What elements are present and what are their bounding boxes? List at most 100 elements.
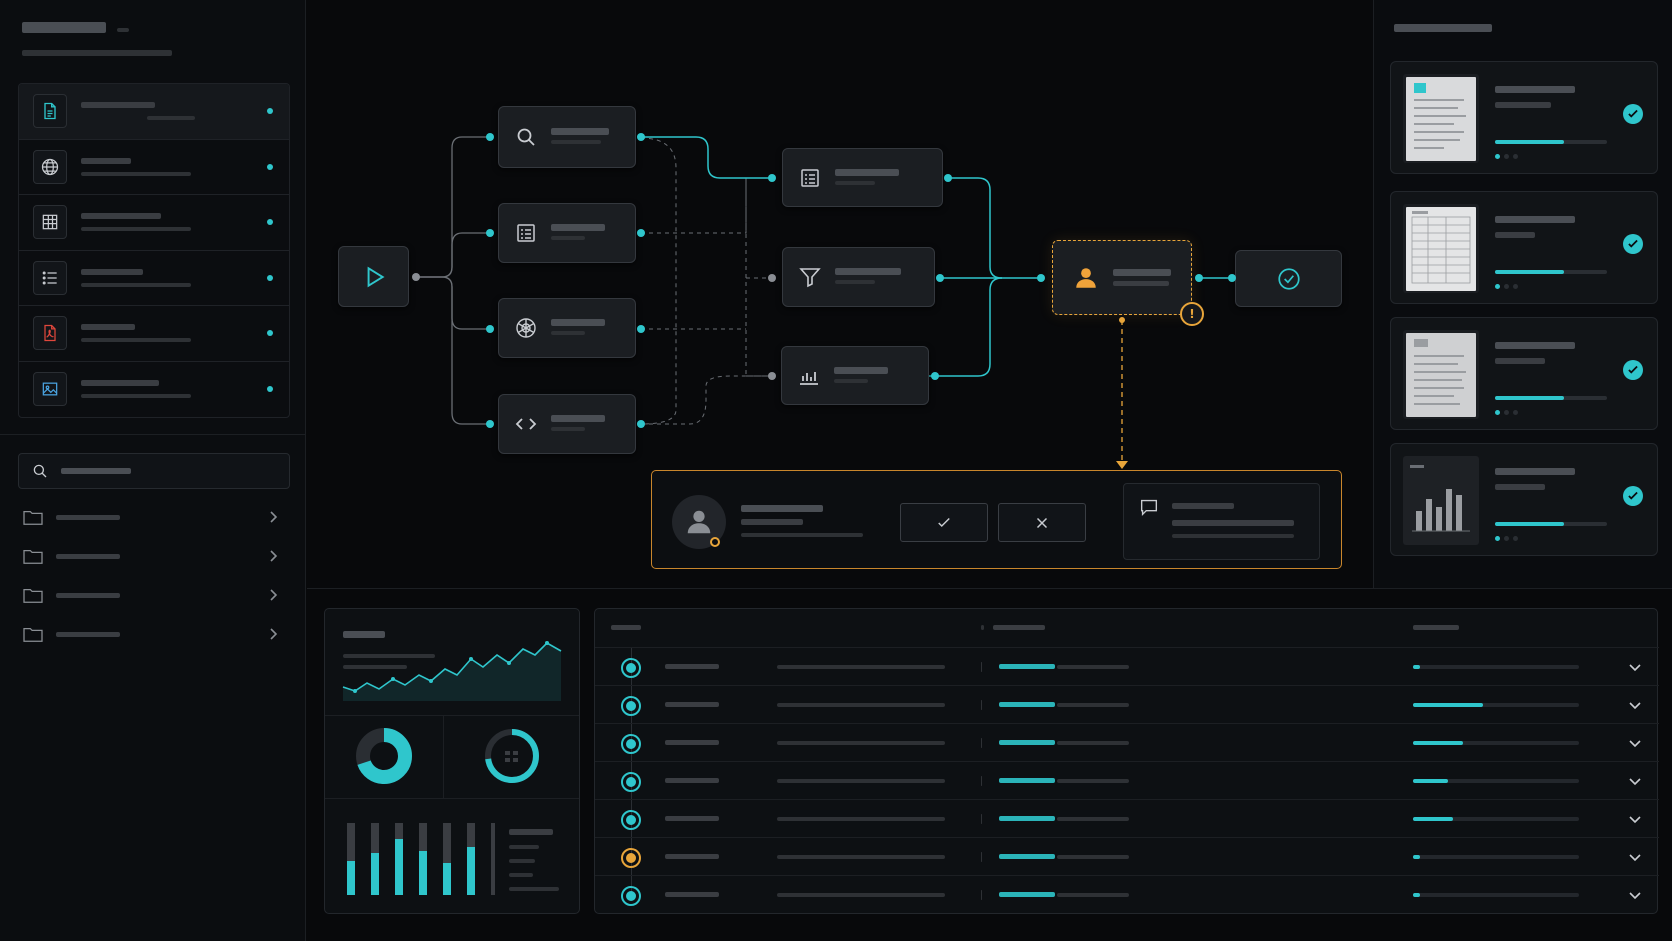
table-row[interactable] [595, 799, 1659, 837]
chevron-down-icon[interactable] [1627, 735, 1643, 751]
metrics-card [324, 608, 580, 914]
chevron-down-icon[interactable] [1627, 811, 1643, 827]
folder-item[interactable] [18, 500, 290, 534]
search-output-port[interactable] [637, 133, 645, 141]
approval-output-port[interactable] [1195, 274, 1203, 282]
chart-input-port[interactable] [768, 372, 776, 380]
approval-input-port[interactable] [1037, 274, 1045, 282]
folder-item[interactable] [18, 578, 290, 612]
start-node[interactable] [338, 246, 409, 307]
form-input-port[interactable] [486, 229, 494, 237]
parse-input-port[interactable] [768, 174, 776, 182]
file-list [18, 83, 290, 418]
form-icon [513, 220, 539, 246]
code-input-port[interactable] [486, 420, 494, 428]
close-icon [1036, 517, 1048, 528]
complete-status-icon [621, 886, 641, 906]
table-row[interactable] [595, 761, 1659, 799]
comment-box[interactable] [1123, 483, 1320, 560]
document-card[interactable] [1390, 443, 1658, 556]
status-dot [267, 108, 273, 115]
check-circle-icon [1623, 486, 1643, 506]
document-card[interactable] [1390, 317, 1658, 430]
avatar [672, 495, 726, 549]
chevron-right-icon [270, 511, 278, 523]
folder-icon [23, 588, 43, 603]
filter-output-port[interactable] [936, 274, 944, 282]
status-dot [267, 219, 273, 226]
document-card[interactable] [1390, 191, 1658, 304]
parse-output-port[interactable] [944, 174, 952, 182]
sidebar-divider [0, 434, 306, 435]
pending-status-dot [710, 537, 720, 547]
user-icon [1073, 265, 1099, 291]
ai-node[interactable] [498, 298, 636, 358]
file-item-image[interactable] [19, 362, 289, 418]
end-node[interactable] [1235, 250, 1342, 307]
form-node[interactable] [498, 203, 636, 263]
chart-node[interactable] [781, 346, 929, 405]
ai-input-port[interactable] [486, 325, 494, 333]
filter-input-port[interactable] [768, 274, 776, 282]
folder-icon [23, 549, 43, 564]
folder-item[interactable] [18, 617, 290, 651]
code-output-port[interactable] [637, 420, 645, 428]
approve-button[interactable] [900, 503, 988, 542]
workflow-app: ! [0, 0, 1672, 941]
approval-branch-port[interactable] [1119, 317, 1125, 323]
search-node[interactable] [498, 106, 636, 168]
document-progress [1495, 522, 1607, 526]
table-row[interactable] [595, 647, 1659, 685]
start-output-port[interactable] [412, 273, 420, 281]
document-progress [1495, 396, 1607, 400]
chart-output-port[interactable] [931, 372, 939, 380]
chevron-down-icon[interactable] [1627, 849, 1643, 865]
bar-chart-icon [796, 363, 822, 389]
chevron-down-icon[interactable] [1627, 659, 1643, 675]
approval-panel [651, 470, 1342, 569]
complete-status-icon [621, 810, 641, 830]
complete-status-icon [621, 658, 641, 678]
bar-chart [347, 823, 495, 895]
chevron-down-icon[interactable] [1627, 887, 1643, 903]
row-progress [1413, 855, 1579, 859]
check-circle-icon [1623, 360, 1643, 380]
folder-item[interactable] [18, 539, 290, 573]
table-row[interactable] [595, 723, 1659, 761]
search-icon [33, 464, 47, 478]
file-item-pdf[interactable] [19, 306, 289, 362]
list-doc-icon [797, 165, 823, 191]
search-input-port[interactable] [486, 133, 494, 141]
row-progress [1413, 665, 1579, 669]
parse-node[interactable] [782, 148, 943, 207]
folder-icon [23, 627, 43, 642]
table-row[interactable] [595, 875, 1659, 913]
approval-node[interactable]: ! [1052, 240, 1204, 326]
document-progress [1495, 270, 1607, 274]
filter-node[interactable] [782, 247, 935, 307]
chart-thumbnail [1403, 456, 1479, 545]
check-circle-icon [1623, 104, 1643, 124]
table-row[interactable] [595, 837, 1659, 875]
code-node[interactable] [498, 394, 636, 454]
user-icon [687, 510, 711, 534]
complete-status-icon [621, 772, 641, 792]
comment-icon [1140, 499, 1158, 516]
file-item-web[interactable] [19, 140, 289, 195]
file-item-spreadsheet[interactable] [19, 195, 289, 251]
chevron-down-icon[interactable] [1627, 697, 1643, 713]
chevron-down-icon[interactable] [1627, 773, 1643, 789]
search-input[interactable] [18, 453, 290, 489]
row-progress [1413, 703, 1579, 707]
sparkline [342, 641, 562, 701]
ai-output-port[interactable] [637, 325, 645, 333]
table-row[interactable] [595, 685, 1659, 723]
row-progress [1413, 779, 1579, 783]
status-dot [267, 274, 273, 281]
form-output-port[interactable] [637, 229, 645, 237]
file-item-list[interactable] [19, 251, 289, 306]
document-card[interactable] [1390, 61, 1658, 174]
reject-button[interactable] [998, 503, 1086, 542]
end-input-port[interactable] [1228, 274, 1236, 282]
file-item-document[interactable] [19, 84, 289, 140]
